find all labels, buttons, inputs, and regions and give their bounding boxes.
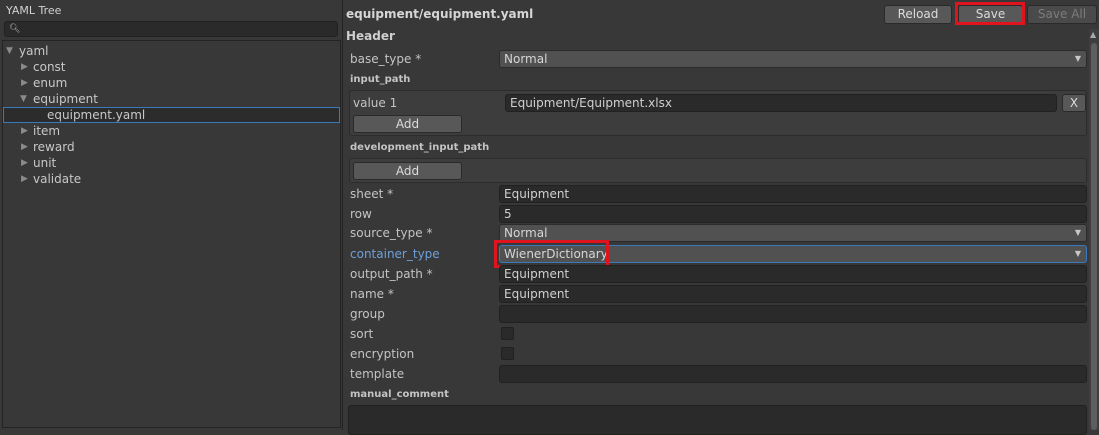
encryption-checkbox[interactable] xyxy=(501,347,514,360)
row-field[interactable]: 5 xyxy=(499,205,1087,223)
search-icon: 🔍︎ xyxy=(9,24,21,34)
save-highlight xyxy=(955,2,1025,25)
group-field[interactable] xyxy=(499,305,1087,323)
input-path-item-label: value 1 xyxy=(353,96,398,110)
tree-item-reward[interactable]: ▶ reward xyxy=(3,139,340,155)
source-type-label: source_type * xyxy=(350,226,433,240)
remove-item-button[interactable]: X xyxy=(1062,94,1086,112)
tree-view: ▼ yaml ▶ const ▶ enum ▼ equipment equipm… xyxy=(2,40,341,428)
tree-item-unit[interactable]: ▶ unit xyxy=(3,155,340,171)
encryption-label: encryption xyxy=(350,347,415,361)
tree-item-enum[interactable]: ▶ enum xyxy=(3,75,340,91)
name-field[interactable]: Equipment xyxy=(499,285,1087,303)
tree-item-validate[interactable]: ▶ validate xyxy=(3,171,340,187)
vertical-scrollbar[interactable]: ▲ xyxy=(1089,29,1099,430)
input-path-value-field[interactable]: Equipment/Equipment.xlsx xyxy=(505,94,1057,112)
search-input[interactable]: 🔍︎ xyxy=(4,21,338,37)
section-header: Header xyxy=(346,29,395,43)
template-label: template xyxy=(350,367,405,381)
chevron-down-icon[interactable]: ▼ xyxy=(6,43,13,59)
chevron-down-icon[interactable]: ▼ xyxy=(20,91,27,107)
inspector-panel: equipment/equipment.yaml Reload Save Sav… xyxy=(344,0,1099,435)
container-type-label: container_type xyxy=(350,247,440,261)
tree-item-equipment-yaml[interactable]: equipment.yaml xyxy=(3,107,340,123)
development-input-path-add-button[interactable]: Add xyxy=(353,162,462,180)
input-path-label: input_path xyxy=(350,74,411,85)
chevron-right-icon[interactable]: ▶ xyxy=(21,123,28,139)
output-path-label: output_path * xyxy=(350,267,433,281)
name-label: name * xyxy=(350,287,394,301)
input-path-list: value 1 Equipment/Equipment.xlsx X Add xyxy=(349,90,1087,136)
template-field[interactable] xyxy=(499,365,1087,383)
group-label: group xyxy=(350,307,385,321)
sort-label: sort xyxy=(350,327,374,341)
chevron-right-icon[interactable]: ▶ xyxy=(21,75,28,91)
chevron-down-icon: ▼ xyxy=(1074,228,1081,237)
development-input-path-label: development_input_path xyxy=(350,142,490,153)
output-path-field[interactable]: Equipment xyxy=(499,265,1087,283)
save-all-button[interactable]: Save All xyxy=(1027,5,1097,24)
row-label: row xyxy=(350,207,372,221)
chevron-right-icon[interactable]: ▶ xyxy=(21,59,28,75)
chevron-right-icon[interactable]: ▶ xyxy=(21,139,28,155)
panel-title: YAML Tree xyxy=(6,4,62,17)
tree-item-item[interactable]: ▶ item xyxy=(3,123,340,139)
manual-comment-textarea[interactable] xyxy=(348,405,1087,435)
manual-comment-label: manual_comment xyxy=(350,389,449,400)
chevron-right-icon[interactable]: ▶ xyxy=(21,171,28,187)
chevron-down-icon: ▼ xyxy=(1074,249,1081,258)
reload-button[interactable]: Reload xyxy=(884,5,952,24)
yaml-tree-panel: YAML Tree 🔍︎ ▼ yaml ▶ const ▶ enum ▼ equ… xyxy=(0,0,343,430)
scroll-up-icon[interactable]: ▲ xyxy=(1090,30,1096,39)
tree-item-equipment[interactable]: ▼ equipment xyxy=(3,91,340,107)
chevron-down-icon: ▼ xyxy=(1074,54,1081,63)
container-type-highlight xyxy=(494,240,609,268)
sheet-label: sheet * xyxy=(350,187,394,201)
development-input-path-list: Add xyxy=(349,158,1087,183)
tree-item-const[interactable]: ▶ const xyxy=(3,59,340,75)
base-type-dropdown[interactable]: Normal ▼ xyxy=(499,50,1087,68)
input-path-add-button[interactable]: Add xyxy=(353,115,462,133)
base-type-label: base_type * xyxy=(350,52,422,66)
sort-checkbox[interactable] xyxy=(501,327,514,340)
file-path-title: equipment/equipment.yaml xyxy=(346,7,534,21)
tree-item-yaml[interactable]: ▼ yaml xyxy=(3,43,340,59)
scrollbar-thumb[interactable] xyxy=(1091,43,1097,430)
chevron-right-icon[interactable]: ▶ xyxy=(21,155,28,171)
sheet-field[interactable]: Equipment xyxy=(499,185,1087,203)
